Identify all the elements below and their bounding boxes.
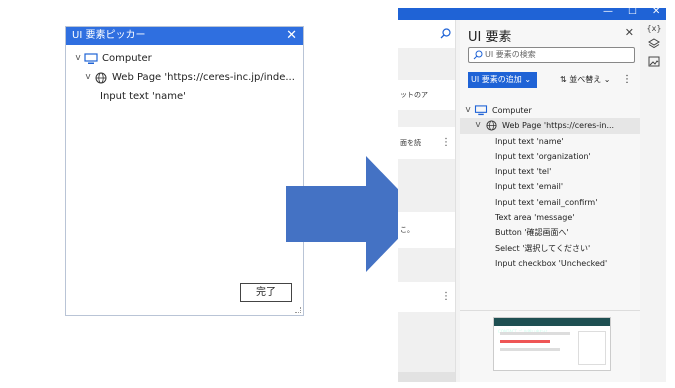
tree-item-label: Button '確認画面へ' (495, 228, 569, 238)
maximize-button[interactable]: ☐ (628, 8, 637, 17)
tree-item-label: Input text 'organization' (495, 151, 591, 161)
flow-card[interactable]: ⋮ (398, 282, 455, 312)
more-options-icon[interactable]: ⋮ (441, 282, 451, 312)
tree-item[interactable]: Input checkbox 'Unchecked' (460, 256, 640, 271)
preview-line (500, 348, 560, 351)
computer-icon (84, 52, 98, 65)
ui-elements-panel: UI 要素 ✕ UI 要素の検索 UI 要素の追加 ⌄ ⇅ 並べ替え ⌄ ⋮ v… (460, 20, 640, 382)
add-ui-element-label: UI 要素の追加 (471, 75, 522, 84)
tree-item[interactable]: Text area 'message' (460, 210, 640, 225)
panel-title: UI 要素 (468, 30, 512, 45)
flow-card-text: ットのア (400, 91, 428, 99)
tree-webpage-label: Web Page 'https://ceres-in... (502, 121, 615, 131)
picker-tree-computer[interactable]: v Computer (66, 49, 303, 68)
sort-label: 並べ替え (569, 75, 602, 84)
canvas-scrollbar[interactable] (398, 372, 455, 382)
preview-highlight (500, 340, 550, 343)
preview-header: CONTACT ご お問い合わせ (494, 318, 610, 334)
window-titlebar: — ☐ ✕ (398, 8, 666, 20)
picker-tree: v Computer v Web Page 'https://ceres-inc… (66, 45, 303, 106)
tree-item-label: Text area 'message' (495, 213, 575, 223)
computer-icon (474, 105, 488, 117)
sort-icon: ⇅ (560, 75, 567, 84)
tree-item[interactable]: Input text 'email_confirm' (460, 195, 640, 210)
picker-tree-webpage[interactable]: v Web Page 'https://ceres-inc.jp/inde... (66, 68, 303, 87)
divider (460, 310, 640, 311)
done-button[interactable]: 完了 (240, 283, 292, 302)
tree-item[interactable]: Button '確認画面へ' (460, 225, 640, 240)
picker-tree-item[interactable]: Input text 'name' (66, 87, 303, 106)
chevron-down-icon[interactable]: v (472, 118, 484, 133)
tree-webpage[interactable]: v Web Page 'https://ceres-in... (460, 118, 640, 134)
flow-card-text: 面を読 (400, 139, 421, 147)
variables-icon[interactable]: {x} (642, 20, 666, 38)
picker-webpage-label: Web Page 'https://ceres-inc.jp/inde... (112, 72, 295, 83)
add-ui-element-button[interactable]: UI 要素の追加 ⌄ (468, 72, 537, 88)
preview-line (500, 332, 570, 335)
chevron-down-icon[interactable]: v (72, 49, 84, 68)
tree-item[interactable]: Input text 'organization' (460, 149, 640, 164)
image-icon[interactable] (642, 56, 666, 74)
window-close-button[interactable]: ✕ (652, 8, 660, 17)
resize-grip[interactable] (295, 307, 301, 313)
picker-title: UI 要素ピッカー (72, 30, 146, 41)
tree-item-label: Input text 'email_confirm' (495, 197, 598, 207)
picker-computer-label: Computer (102, 53, 152, 64)
flow-card[interactable]: こ。 (398, 212, 455, 248)
preview-sidebox (578, 331, 606, 365)
search-placeholder: UI 要素の検索 (485, 50, 536, 59)
more-options-icon[interactable]: ⋮ (441, 127, 451, 159)
picker-item-label: Input text 'name' (100, 91, 186, 102)
tree-computer-label: Computer (492, 106, 532, 115)
tree-item[interactable]: Input text 'email' (460, 179, 640, 194)
ui-element-picker-dialog: UI 要素ピッカー ✕ v Computer v Web Page 'https… (65, 26, 304, 316)
element-screenshot-preview: CONTACT ご お問い合わせ (493, 317, 611, 371)
sort-button[interactable]: ⇅ 並べ替え ⌄ (560, 72, 611, 88)
tree-computer[interactable]: v Computer (460, 103, 640, 118)
flow-card-top (398, 20, 455, 48)
tree-item[interactable]: Input text 'name' (460, 134, 640, 149)
panel-close-button[interactable]: ✕ (625, 26, 634, 39)
search-icon[interactable] (440, 28, 451, 41)
tree-item-label: Input text 'name' (495, 136, 564, 146)
chevron-down-icon: ⌄ (524, 75, 532, 84)
globe-icon (94, 72, 108, 84)
search-icon (473, 50, 483, 65)
chevron-down-icon: ⌄ (603, 75, 611, 84)
chevron-down-icon[interactable]: v (462, 103, 474, 118)
tree-item[interactable]: Select '選択してください' (460, 241, 640, 256)
tree-item[interactable]: Input text 'tel' (460, 164, 640, 179)
power-automate-window: — ☐ ✕ ットのア 面を読 ⋮ こ。 ⋮ UI 要素 ✕ UI 要素の検索 U… (398, 8, 666, 382)
flow-canvas: ットのア 面を読 ⋮ こ。 ⋮ (398, 20, 456, 382)
flow-card-text: こ。 (400, 226, 414, 234)
chevron-down-icon[interactable]: v (82, 68, 94, 87)
tree-item-label: Input checkbox 'Unchecked' (495, 258, 608, 268)
flow-card[interactable]: 面を読 ⋮ (398, 127, 455, 159)
tree-item-label: Select '選択してください' (495, 243, 591, 253)
right-rail: {x} (642, 20, 666, 382)
ui-element-search-input[interactable]: UI 要素の検索 (468, 47, 635, 63)
picker-close-button[interactable]: ✕ (286, 27, 297, 45)
tree-item-label: Input text 'email' (495, 182, 564, 192)
tree-item-label: Input text 'tel' (495, 167, 552, 177)
flow-card[interactable]: ットのア (398, 80, 455, 110)
minimize-button[interactable]: — (603, 8, 613, 17)
picker-titlebar: UI 要素ピッカー ✕ (66, 27, 303, 45)
more-options-icon[interactable]: ⋮ (622, 72, 632, 88)
ui-elements-tree: v Computer v Web Page 'https://ceres-in.… (460, 103, 640, 271)
layers-icon[interactable] (642, 38, 666, 56)
globe-icon (484, 120, 498, 132)
